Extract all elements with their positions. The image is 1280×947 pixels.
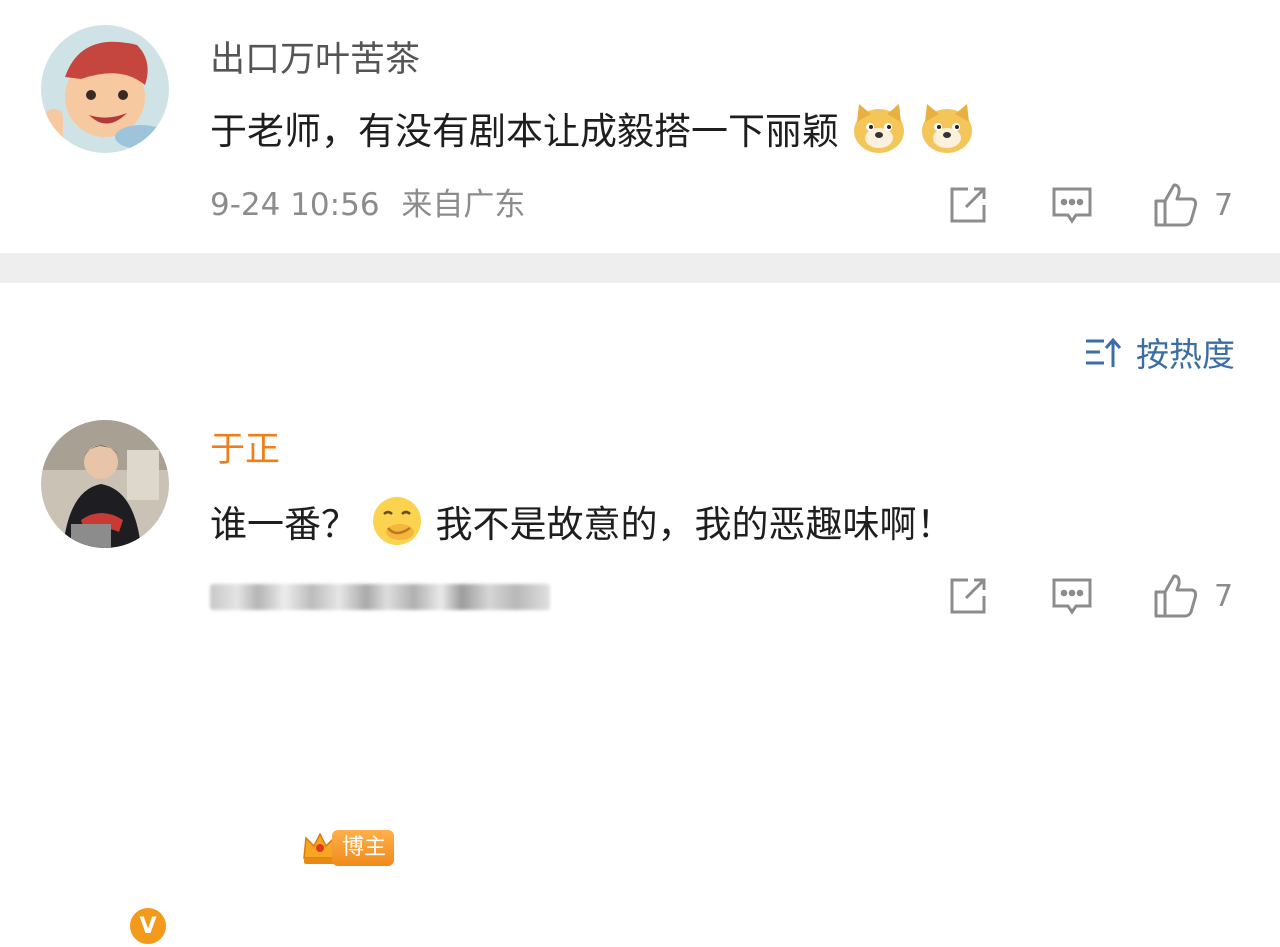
comment-text-before: 谁一番？ <box>210 503 358 546</box>
comment-actions: 7 <box>946 181 1233 229</box>
share-button[interactable] <box>946 574 990 618</box>
author-badge: 博主 <box>300 828 395 868</box>
share-button[interactable] <box>946 183 990 227</box>
sort-icon <box>1086 337 1122 367</box>
comment-item: 出口万叶苦茶 于老师，有没有剧本让成毅搭一下丽颖 9-24 10:56 来自广东… <box>0 0 1280 253</box>
like-count: 7 <box>1214 187 1234 223</box>
section-divider <box>0 253 1280 283</box>
comment-icon <box>1052 187 1092 224</box>
comment-item: V 于正 博主 谁一番？ 我不是故意的，我的恶趣味啊！ 7 <box>0 400 1280 947</box>
comment-username[interactable]: 出口万叶苦茶 <box>210 40 420 80</box>
avatar[interactable] <box>41 25 169 153</box>
share-icon <box>950 578 986 614</box>
sort-label: 按热度 <box>1136 335 1235 374</box>
reply-button[interactable] <box>1050 183 1094 227</box>
comment-username[interactable]: 于正 <box>210 430 280 470</box>
share-icon <box>950 187 986 223</box>
comment-text: 谁一番？ 我不是故意的，我的恶趣味啊！ <box>210 494 954 559</box>
comment-meta: 9-24 10:56 来自广东 <box>210 185 525 225</box>
obscured-meta <box>210 583 550 610</box>
comment-text-after: 我不是故意的，我的恶趣味啊！ <box>435 503 954 546</box>
comment-date: 9-24 10:56 <box>210 187 380 223</box>
thumbs-up-icon <box>1154 574 1198 618</box>
smirk-emoji <box>370 494 424 559</box>
like-button[interactable]: 7 <box>1152 572 1233 620</box>
like-button[interactable]: 7 <box>1152 181 1233 229</box>
doge-emoji <box>919 100 975 167</box>
comment-icon <box>1052 578 1092 615</box>
verified-icon: V <box>127 905 169 947</box>
avatar[interactable] <box>41 420 169 548</box>
comment-location: 来自广东 <box>401 187 526 223</box>
comment-text-body: 于老师，有没有剧本让成毅搭一下丽颖 <box>210 110 839 153</box>
comment-meta <box>210 575 550 615</box>
sort-toggle[interactable]: 按热度 <box>1084 328 1235 376</box>
doge-emoji <box>851 100 907 167</box>
comment-text: 于老师，有没有剧本让成毅搭一下丽颖 <box>210 100 975 167</box>
reply-button[interactable] <box>1050 574 1094 618</box>
like-count: 7 <box>1214 578 1234 614</box>
thumbs-up-icon <box>1154 183 1198 227</box>
badge-label: 博主 <box>332 830 395 866</box>
comment-actions: 7 <box>946 572 1233 620</box>
